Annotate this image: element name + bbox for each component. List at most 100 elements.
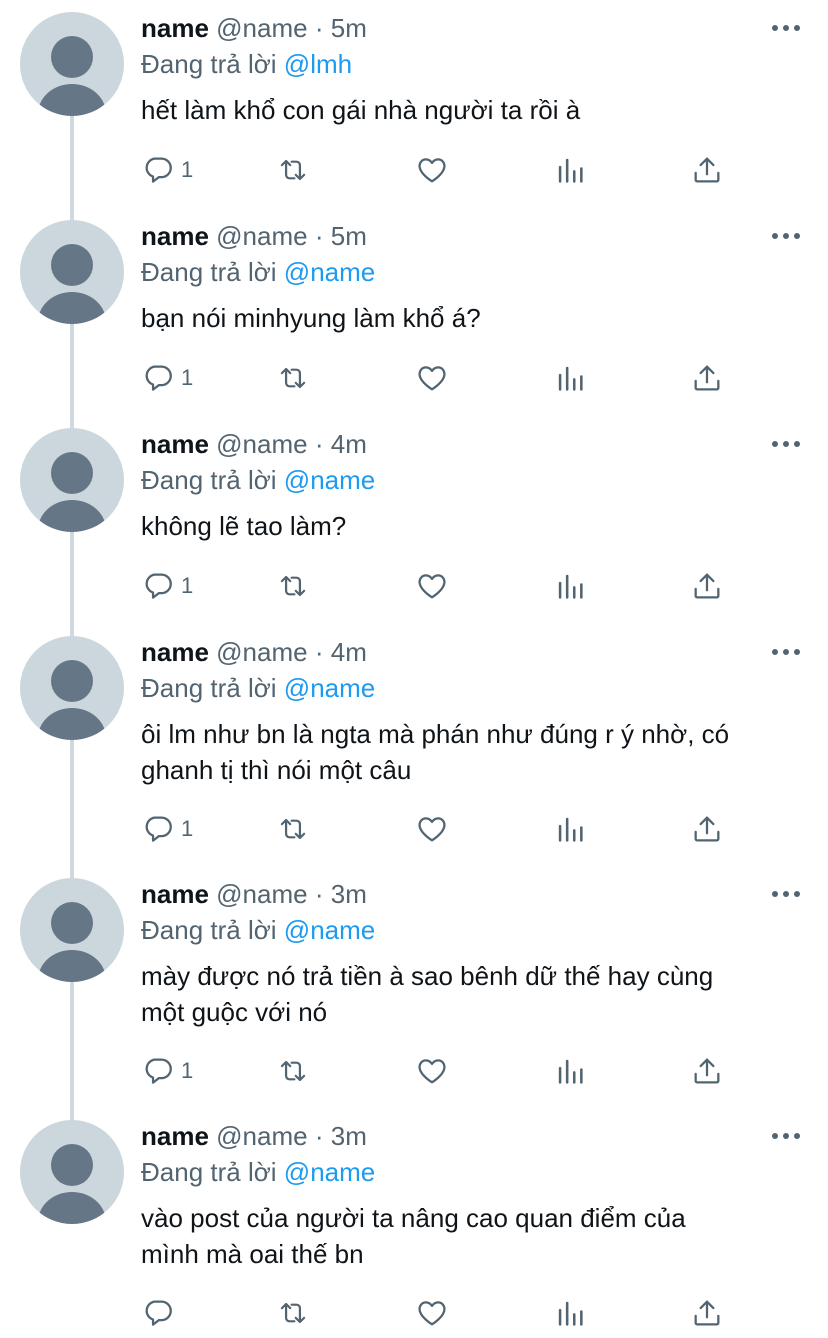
- replying-to: Đang trả lời @name: [141, 1156, 375, 1188]
- share-icon: [690, 812, 724, 846]
- like-button[interactable]: [415, 150, 449, 190]
- replying-to: Đang trả lời @name: [141, 672, 375, 704]
- views-button[interactable]: [553, 150, 587, 190]
- share-icon: [690, 1296, 724, 1330]
- replying-to-handle[interactable]: @name: [284, 1157, 375, 1187]
- like-button[interactable]: [415, 809, 449, 849]
- reply-count: 1: [181, 1058, 194, 1083]
- more-options-icon[interactable]: [768, 14, 804, 42]
- tweet-actions: 1: [141, 358, 741, 398]
- replying-to-handle[interactable]: @name: [284, 915, 375, 945]
- like-button[interactable]: [415, 1293, 449, 1333]
- views-button[interactable]: [553, 566, 587, 606]
- thread-connector-line: [70, 532, 74, 636]
- replying-to-handle[interactable]: @lmh: [284, 49, 352, 79]
- more-options-icon[interactable]: [768, 430, 804, 458]
- reply-button[interactable]: 1: [141, 1051, 193, 1091]
- share-button[interactable]: [690, 150, 724, 190]
- share-button[interactable]: [690, 1293, 724, 1333]
- tweet-actions: [141, 1293, 741, 1333]
- more-options-icon[interactable]: [768, 880, 804, 908]
- display-name[interactable]: name: [141, 879, 209, 909]
- user-handle[interactable]: @name: [216, 637, 307, 667]
- thread-connector-line: [70, 116, 74, 220]
- replying-to-label: Đang trả lời: [141, 465, 277, 495]
- display-name[interactable]: name: [141, 1121, 209, 1151]
- avatar[interactable]: [20, 220, 124, 324]
- separator-dot: ·: [314, 429, 324, 459]
- tweet-header: name @name · 5m: [141, 12, 367, 44]
- retweet-button[interactable]: [275, 1051, 311, 1091]
- avatar-body: [38, 950, 106, 982]
- user-handle[interactable]: @name: [216, 429, 307, 459]
- timestamp[interactable]: 5m: [331, 221, 367, 251]
- user-handle[interactable]: @name: [216, 1121, 307, 1151]
- user-handle[interactable]: @name: [216, 221, 307, 251]
- timestamp[interactable]: 3m: [331, 879, 367, 909]
- avatar[interactable]: [20, 1120, 124, 1224]
- views-button[interactable]: [553, 1051, 587, 1091]
- avatar[interactable]: [20, 636, 124, 740]
- retweet-button[interactable]: [275, 358, 311, 398]
- timestamp[interactable]: 3m: [331, 1121, 367, 1151]
- replying-to-handle[interactable]: @name: [284, 465, 375, 495]
- views-chart-icon: [553, 153, 587, 187]
- reply-icon: [141, 1054, 175, 1088]
- retweet-button[interactable]: [275, 566, 311, 606]
- share-button[interactable]: [690, 809, 724, 849]
- separator-dot: ·: [314, 221, 324, 251]
- replying-to-label: Đang trả lời: [141, 257, 277, 287]
- avatar-head: [51, 452, 93, 494]
- tweet-actions: 1: [141, 566, 741, 606]
- like-button[interactable]: [415, 1051, 449, 1091]
- share-button[interactable]: [690, 566, 724, 606]
- avatar-body: [38, 84, 106, 116]
- views-button[interactable]: [553, 809, 587, 849]
- retweet-icon: [275, 361, 311, 395]
- user-handle[interactable]: @name: [216, 879, 307, 909]
- reply-button[interactable]: 1: [141, 150, 193, 190]
- reply-button[interactable]: 1: [141, 566, 193, 606]
- views-button[interactable]: [553, 1293, 587, 1333]
- share-button[interactable]: [690, 1051, 724, 1091]
- avatar[interactable]: [20, 878, 124, 982]
- display-name[interactable]: name: [141, 221, 209, 251]
- heart-icon: [415, 569, 449, 603]
- avatar[interactable]: [20, 12, 124, 116]
- user-handle[interactable]: @name: [216, 13, 307, 43]
- heart-icon: [415, 1296, 449, 1330]
- share-button[interactable]: [690, 358, 724, 398]
- display-name[interactable]: name: [141, 13, 209, 43]
- avatar-head: [51, 1144, 93, 1186]
- timestamp[interactable]: 4m: [331, 637, 367, 667]
- more-options-icon[interactable]: [768, 638, 804, 666]
- reply-button[interactable]: [141, 1293, 181, 1333]
- tweet-header: name @name · 4m: [141, 636, 367, 668]
- like-button[interactable]: [415, 358, 449, 398]
- replying-to: Đang trả lời @name: [141, 256, 375, 288]
- tweet-text: bạn nói minhyung làm khổ á?: [141, 300, 801, 336]
- tweet-text-line: mình mà oai thế bn: [141, 1239, 364, 1269]
- avatar-body: [38, 500, 106, 532]
- timestamp[interactable]: 4m: [331, 429, 367, 459]
- retweet-button[interactable]: [275, 809, 311, 849]
- more-options-icon[interactable]: [768, 222, 804, 250]
- replying-to-handle[interactable]: @name: [284, 257, 375, 287]
- avatar[interactable]: [20, 428, 124, 532]
- retweet-button[interactable]: [275, 1293, 311, 1333]
- more-options-icon[interactable]: [768, 1122, 804, 1150]
- like-button[interactable]: [415, 566, 449, 606]
- reply-button[interactable]: 1: [141, 809, 193, 849]
- reply-button[interactable]: 1: [141, 358, 193, 398]
- timestamp[interactable]: 5m: [331, 13, 367, 43]
- replying-to-label: Đang trả lời: [141, 49, 277, 79]
- tweet-text-line: bạn nói minhyung làm khổ á?: [141, 303, 481, 333]
- views-chart-icon: [553, 1054, 587, 1088]
- display-name[interactable]: name: [141, 429, 209, 459]
- views-button[interactable]: [553, 358, 587, 398]
- tweet-text-line: ghanh tị thì nói một câu: [141, 755, 412, 785]
- display-name[interactable]: name: [141, 637, 209, 667]
- retweet-button[interactable]: [275, 150, 311, 190]
- replying-to-handle[interactable]: @name: [284, 673, 375, 703]
- tweet-text: không lẽ tao làm?: [141, 508, 801, 544]
